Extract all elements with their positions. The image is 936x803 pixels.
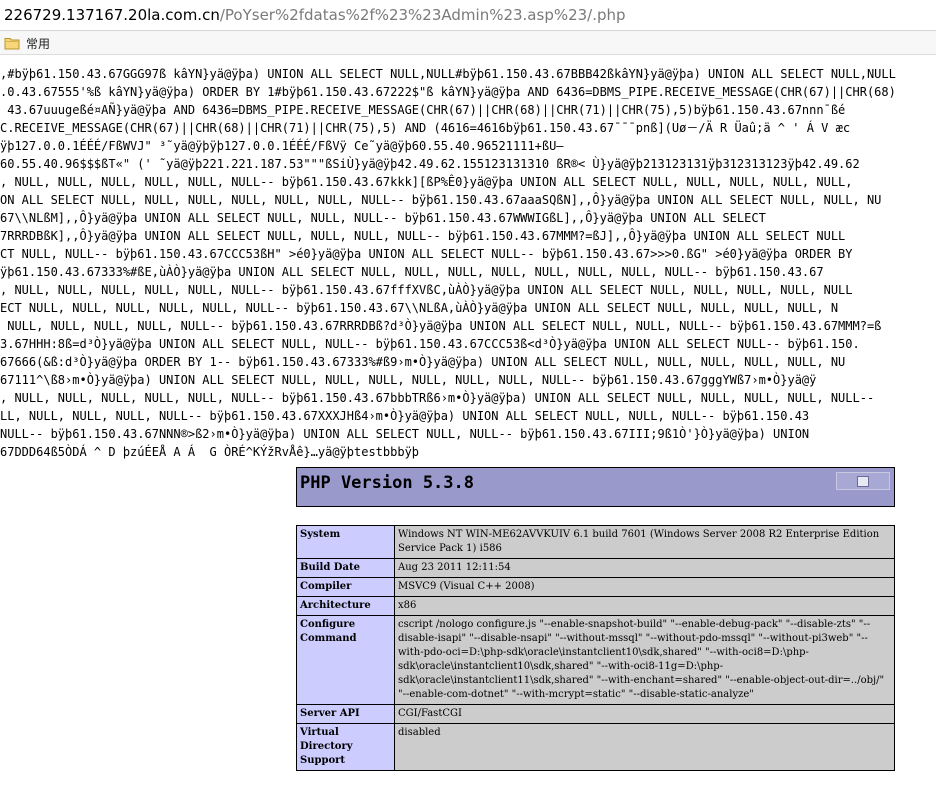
phpinfo-header: PHP Version 5.3.8 [296, 467, 895, 507]
phpinfo-value: CGI/FastCGI [394, 704, 895, 724]
junk-line: CT NULL, NULL-- bÿþ61.150.43.67CCC53ßH" … [0, 247, 853, 261]
phpinfo-value: cscript /nologo configure.js "--enable-s… [394, 615, 895, 705]
address-bar[interactable]: 226729.137167.20la.com.cn/PoYser%2fdatas… [0, 0, 936, 31]
junk-line: , NULL, NULL, NULL, NULL, NULL, NULL-- b… [0, 175, 853, 189]
url-host: 226729.137167.20la.com.cn [4, 6, 220, 24]
phpinfo-key: Compiler [296, 577, 395, 597]
bookmark-item[interactable]: 常用 [4, 34, 50, 52]
phpinfo-key: Architecture [296, 596, 395, 616]
phpinfo-row: Architecture x86 [296, 596, 895, 616]
phpinfo-value: disabled [394, 723, 895, 771]
junk-line: 60.55.40.96$$$ßT«" (' ˜yä@ÿþ221.221.187.… [0, 157, 860, 171]
phpinfo-key: Build Date [296, 558, 395, 578]
folder-icon [4, 38, 20, 50]
junk-line: ON ALL SELECT NULL, NULL, NULL, NULL, NU… [0, 193, 882, 207]
junk-line: 67111^\ß8›m•Ò}yä@ÿþa) UNION ALL SELECT N… [0, 373, 817, 387]
bookmarks-bar: 常用 [0, 31, 936, 55]
junk-line: 67DDD64ß5ÒDÁ ^ D þzúÉEÅ A Á G ÒRÉ^KÝžRvÅ… [0, 445, 420, 459]
php-logo-image [836, 472, 890, 490]
junk-line: 7RRRDBßK],,Ô}yä@ÿþa UNION ALL SELECT NUL… [0, 229, 846, 243]
phpinfo-key: System [296, 525, 395, 559]
php-version-title: PHP Version 5.3.8 [300, 473, 474, 493]
junk-line: , NULL, NULL, NULL, NULL, NULL, NULL-- b… [0, 283, 853, 297]
bookmark-label: 常用 [26, 36, 51, 51]
phpinfo-key: Server API [296, 704, 395, 724]
phpinfo-row: Build Date Aug 23 2011 12:11:54 [296, 558, 895, 578]
phpinfo-row: Compiler MSVC9 (Visual C++ 2008) [296, 577, 895, 597]
junk-line: C.RECEIVE_MESSAGE(CHR(67)||CHR(68)||CHR(… [0, 121, 851, 135]
junk-line: ECT NULL, NULL, NULL, NULL, NULL, NULL--… [0, 301, 839, 315]
junk-line: .0.43.67555'%ß kâYN}yä@ÿþa) ORDER BY 1#b… [0, 85, 896, 99]
url-path: /PoYser%2fdatas%2f%23%23Admin%23.asp%23/… [219, 6, 626, 24]
phpinfo-row: Virtual Directory Support disabled [296, 723, 895, 771]
phpinfo-row: Server API CGI/FastCGI [296, 704, 895, 724]
phpinfo-row: Configure Command cscript /nologo configu… [296, 615, 895, 705]
phpinfo-value: MSVC9 (Visual C++ 2008) [394, 577, 895, 597]
phpinfo-value: Aug 23 2011 12:11:54 [394, 558, 895, 578]
junk-line: ÿþ61.150.43.67333%#ßE,ùÀÒ}yä@ÿþa UNION A… [0, 265, 824, 279]
phpinfo-panel: PHP Version 5.3.8 System Windows NT WIN-M… [296, 467, 895, 771]
injected-output-text: ,#bÿþ61.150.43.67GGG97ß kâYN}yä@ÿþa) UNI… [0, 65, 936, 461]
junk-line: LL, NULL, NULL, NULL, NULL-- bÿþ61.150.4… [0, 409, 810, 423]
url-text[interactable]: 226729.137167.20la.com.cn/PoYser%2fdatas… [4, 6, 626, 24]
phpinfo-table: System Windows NT WIN-ME62AVVKUIV 6.1 bui… [296, 525, 895, 771]
phpinfo-row: System Windows NT WIN-ME62AVVKUIV 6.1 bui… [296, 525, 895, 559]
junk-line: NULL-- bÿþ61.150.43.67NNN®>ß2›m•Ò}yä@ÿþa… [0, 427, 810, 441]
junk-line: 43.67uuugeßé¤AÑ}yä@ÿþa AND 6436=DBMS_PIP… [0, 103, 846, 117]
broken-image-icon [857, 476, 869, 487]
junk-line: 3.67HHH:8ß=d³Ò}yä@ÿþa UNION ALL SELECT N… [0, 337, 860, 351]
junk-line: NULL, NULL, NULL, NULL, NULL-- bÿþ61.150… [0, 319, 882, 333]
junk-line: 67\\NLßM],,Ô}yä@ÿþa UNION ALL SELECT NUL… [0, 211, 766, 225]
phpinfo-key: Configure Command [296, 615, 395, 705]
phpinfo-value: x86 [394, 596, 895, 616]
junk-line: ,#bÿþ61.150.43.67GGG97ß kâYN}yä@ÿþa) UNI… [0, 67, 896, 81]
phpinfo-value: Windows NT WIN-ME62AVVKUIV 6.1 build 760… [394, 525, 895, 559]
junk-line: 67666(&ß:d³Ò}yä@ÿþa ORDER BY 1-- bÿþ61.1… [0, 355, 846, 369]
phpinfo-key: Virtual Directory Support [296, 723, 395, 771]
junk-line: , NULL, NULL, NULL, NULL, NULL, NULL-- b… [0, 391, 875, 405]
junk-line: ÿþ127.0.0.1ÉÉÉ/FßWVJ" ³˜yä@ÿþÿþ127.0.0.1… [0, 139, 564, 153]
